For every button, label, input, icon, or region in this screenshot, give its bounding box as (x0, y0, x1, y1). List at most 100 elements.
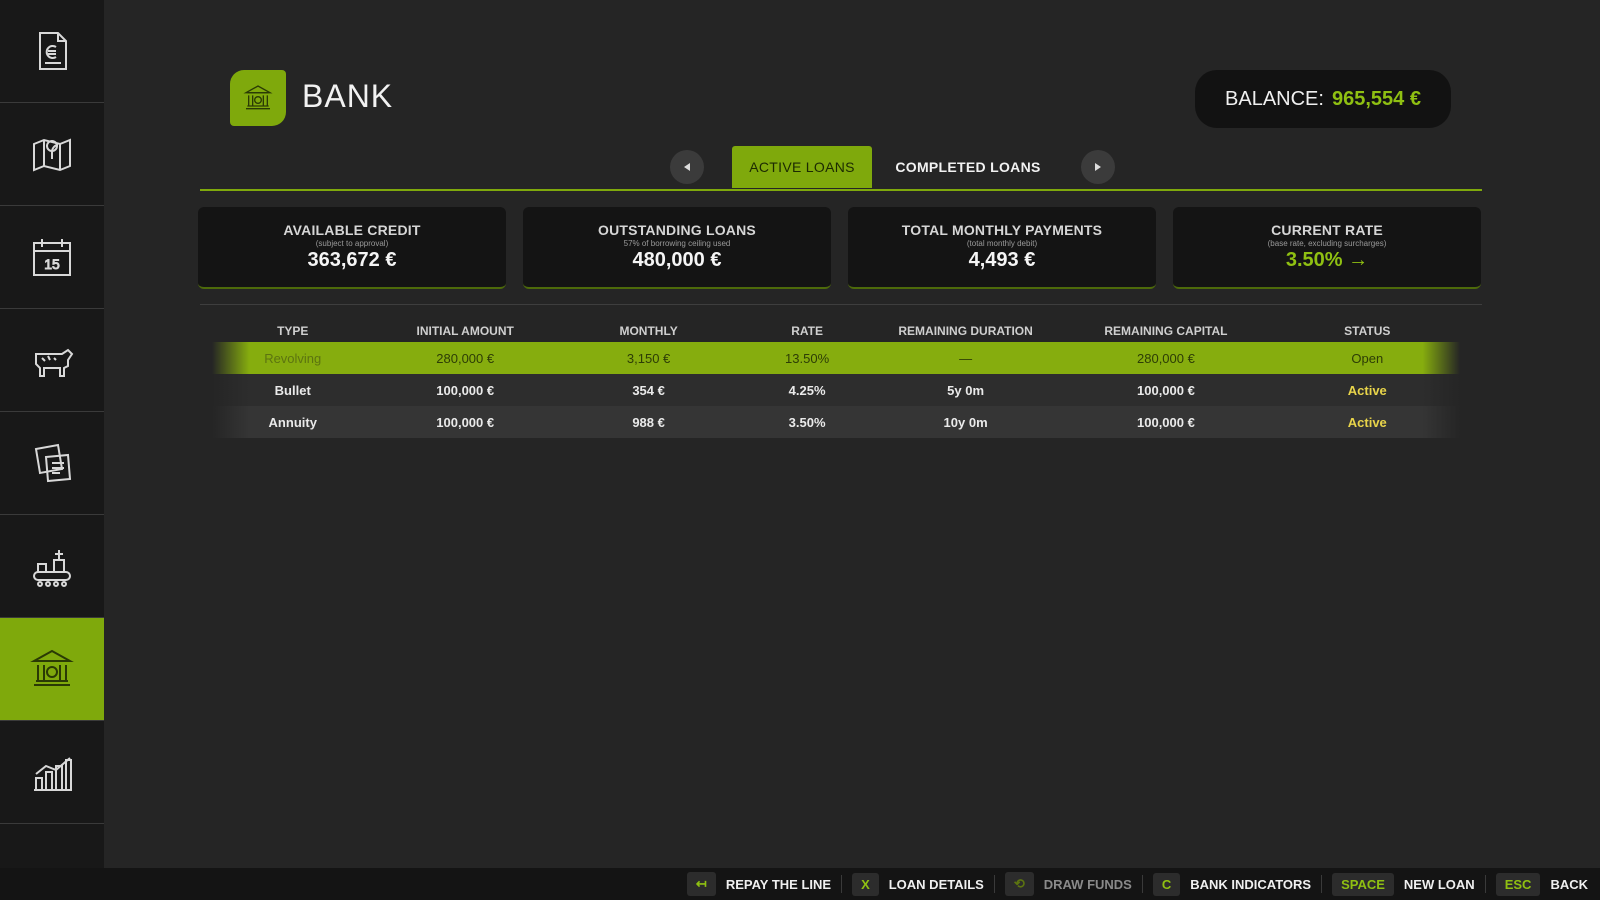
status-cell: Active (1347, 414, 1387, 430)
hint-label: DRAW FUNDS (1043, 876, 1132, 892)
column-header: REMAINING DURATION (898, 324, 1033, 338)
sidebar-item-animals[interactable] (0, 309, 104, 412)
card-title: CURRENT RATE (1271, 222, 1383, 238)
rate-cell: 3.50% (788, 414, 826, 430)
card-title: AVAILABLE CREDIT (283, 222, 421, 238)
card-value: 4,493 € (968, 249, 1036, 271)
statistics-icon (34, 757, 72, 791)
card-title: OUTSTANDING LOANS (598, 222, 756, 238)
page-title: BANK (302, 78, 394, 114)
balance-value: 965,554 € (1331, 87, 1421, 110)
divider (200, 304, 1482, 305)
status-cell: Open (1351, 350, 1384, 366)
calendar-icon: 15 (33, 239, 71, 276)
current-rate-card: CURRENT RATE (base rate, excluding surch… (1173, 207, 1481, 289)
type-cell: Annuity (268, 414, 317, 430)
rate-cell: 13.50% (785, 350, 830, 366)
sidebar-item-production[interactable] (0, 515, 104, 618)
more-icon (28, 844, 76, 868)
table-row[interactable]: Annuity 100,000 € 988 € 3.50% 10y 0m 100… (212, 406, 1460, 438)
initial-amount-cell: 100,000 € (436, 414, 495, 430)
card-value: 480,000 € (632, 249, 722, 271)
remaining-duration-cell: 5y 0m (947, 382, 985, 398)
keycap: ESC (1495, 872, 1541, 896)
tab-underline (200, 189, 1482, 191)
sidebar-item-bank[interactable] (0, 618, 104, 721)
monthly-cell: 3,150 € (626, 350, 671, 366)
bank-icon (30, 649, 74, 686)
column-header: MONTHLY (619, 324, 678, 338)
sidebar-item-calendar[interactable]: 15 (0, 206, 104, 309)
chevron-left-icon (684, 163, 690, 171)
draw-funds-hint[interactable]: ⟲ DRAW FUNDS (995, 872, 1143, 896)
table-header: TYPE INITIAL AMOUNT MONTHLY RATE REMAINI… (212, 320, 1460, 342)
table-row[interactable]: Bullet 100,000 € 354 € 4.25% 5y 0m 100,0… (212, 374, 1460, 406)
bank-indicators-hint[interactable]: C BANK INDICATORS (1143, 872, 1323, 896)
previous-tab-button[interactable] (670, 150, 704, 184)
available-credit-card: AVAILABLE CREDIT (subject to approval) 3… (198, 207, 506, 289)
remaining-capital-cell: 280,000 € (1137, 350, 1195, 366)
sidebar-item-finances[interactable] (0, 0, 104, 103)
chevron-right-icon (1095, 163, 1101, 171)
remaining-duration-cell: — (959, 350, 973, 366)
monthly-cell: 354 € (632, 382, 665, 398)
monthly-cell: 988 € (632, 414, 665, 430)
loans-table: TYPE INITIAL AMOUNT MONTHLY RATE REMAINI… (212, 320, 1460, 438)
tab-bar: ACTIVE LOANS COMPLETED LOANS (0, 146, 1600, 190)
sidebar: 15 (0, 0, 104, 868)
contracts-icon (34, 443, 72, 483)
balance-label: BALANCE: (1225, 87, 1324, 110)
keycap: X (852, 872, 879, 896)
hint-label: REPAY THE LINE (725, 876, 832, 892)
rate-cell: 4.25% (788, 382, 826, 398)
svg-text:15: 15 (44, 256, 60, 272)
table-row[interactable]: Revolving 280,000 € 3,150 € 13.50% — 280… (212, 342, 1460, 374)
total-monthly-payments-card: TOTAL MONTHLY PAYMENTS (total monthly de… (848, 207, 1156, 289)
next-tab-button[interactable] (1081, 150, 1115, 184)
tab-completed-loans[interactable]: COMPLETED LOANS (888, 146, 1048, 188)
card-title: TOTAL MONTHLY PAYMENTS (901, 222, 1103, 238)
card-subtitle: (total monthly debit) (966, 239, 1038, 248)
livestock-icon (35, 348, 74, 377)
keycap: ↤ (686, 872, 716, 896)
sidebar-item-more[interactable] (0, 824, 104, 868)
keycap: SPACE (1332, 872, 1394, 896)
footer-hint-bar: ↤ REPAY THE LINE X LOAN DETAILS ⟲ DRAW F… (0, 868, 1600, 900)
production-icon (33, 550, 71, 587)
hint-label: BANK INDICATORS (1190, 876, 1312, 892)
hint-label: BACK (1550, 876, 1588, 892)
sidebar-item-statistics[interactable] (0, 721, 104, 824)
remaining-duration-cell: 10y 0m (943, 414, 988, 430)
initial-amount-cell: 100,000 € (436, 382, 495, 398)
repay-line-hint[interactable]: ↤ REPAY THE LINE (677, 872, 843, 896)
remaining-capital-cell: 100,000 € (1137, 382, 1195, 398)
keycap: C (1152, 872, 1181, 896)
card-value: 363,672 € (307, 249, 397, 271)
new-loan-hint[interactable]: SPACE NEW LOAN (1322, 872, 1486, 896)
back-hint[interactable]: ESC BACK (1486, 872, 1588, 896)
type-cell: Revolving (264, 350, 322, 366)
column-header: TYPE (277, 324, 309, 338)
keycap: ⟲ (1004, 872, 1034, 896)
column-header: STATUS (1344, 324, 1391, 338)
sidebar-item-contracts[interactable] (0, 412, 104, 515)
card-subtitle: (base rate, excluding surcharges) (1267, 239, 1387, 248)
hint-label: NEW LOAN (1403, 876, 1475, 892)
invoice-icon (39, 32, 67, 70)
hint-label: LOAN DETAILS (888, 876, 984, 892)
balance-panel: BALANCE: 965,554 € (1195, 70, 1451, 128)
column-header: INITIAL AMOUNT (416, 324, 514, 338)
loan-details-hint[interactable]: X LOAN DETAILS (842, 872, 995, 896)
card-value: 3.50% → (1285, 249, 1369, 271)
type-cell: Bullet (274, 382, 311, 398)
card-subtitle: (subject to approval) (315, 239, 389, 248)
initial-amount-cell: 280,000 € (436, 350, 495, 366)
tab-active-loans[interactable]: ACTIVE LOANS (732, 146, 872, 188)
column-header: RATE (791, 324, 823, 338)
card-subtitle: 57% of borrowing ceiling used (623, 239, 731, 248)
bank-icon (243, 85, 273, 110)
bank-header-icon (230, 70, 286, 126)
column-header: REMAINING CAPITAL (1104, 324, 1228, 338)
remaining-capital-cell: 100,000 € (1137, 414, 1195, 430)
status-cell: Active (1347, 382, 1387, 398)
